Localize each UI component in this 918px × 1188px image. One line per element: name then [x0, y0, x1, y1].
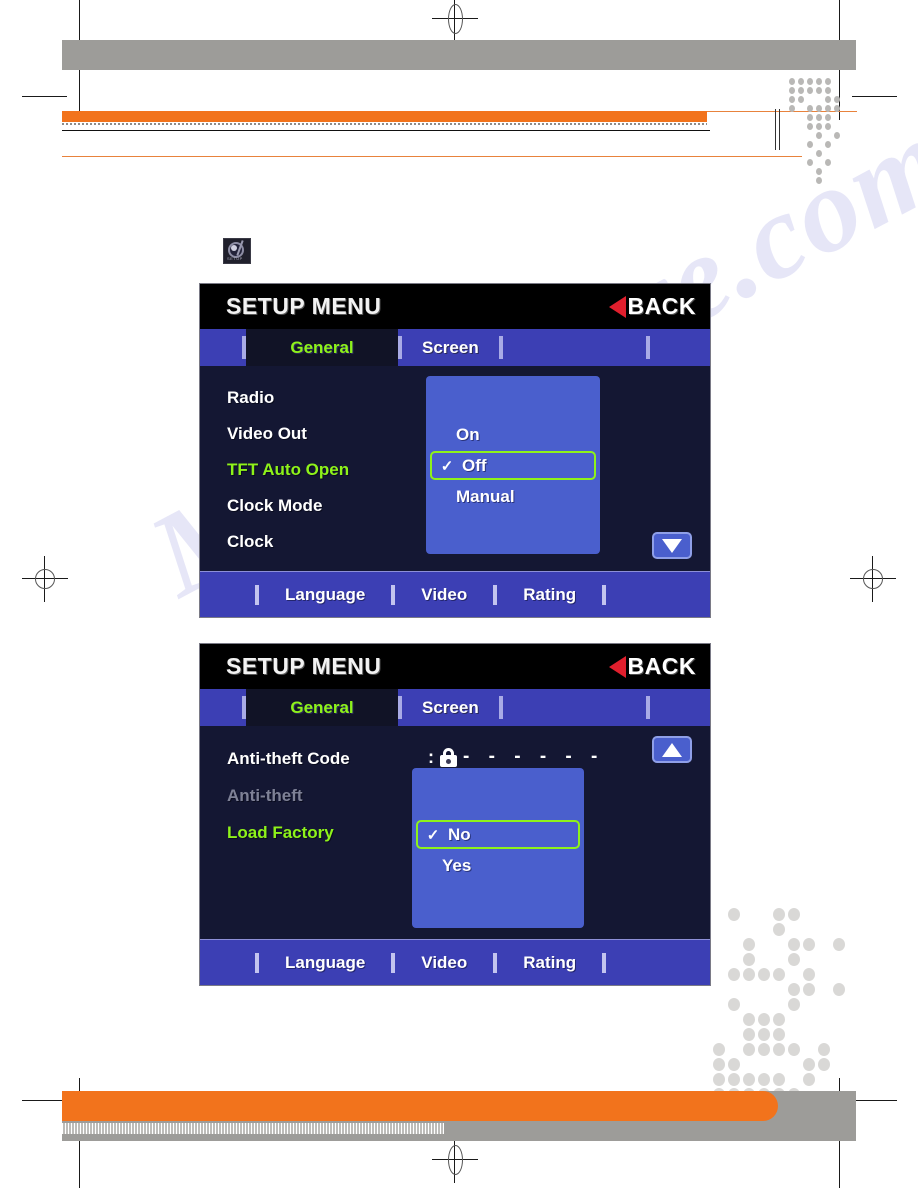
crop-mark-left-h — [22, 96, 67, 97]
crop-mark-right-h2 — [852, 1100, 897, 1101]
menu-item-tft-auto-open[interactable]: TFT Auto Open — [227, 452, 437, 488]
registration-mark-right — [850, 556, 896, 602]
bottom-item-rating[interactable]: Rating — [497, 585, 602, 605]
crop-mark-right-h — [852, 96, 897, 97]
manual-page: Manualslive.com SETUP SETUP MENU BACK Ge… — [0, 0, 918, 1188]
bottom-item-video[interactable]: Video — [395, 585, 493, 605]
header-tick-2 — [779, 109, 780, 150]
bottom-item-rating[interactable]: Rating — [497, 953, 602, 973]
menu-item-clock[interactable]: Clock — [227, 524, 437, 560]
option-on-label: On — [456, 424, 480, 444]
screen2-title-bar: SETUP MENU BACK — [200, 644, 710, 689]
screen1-bottom-bar: Language Video Rating — [200, 571, 710, 617]
screen2-bottom-bar: Language Video Rating — [200, 939, 710, 985]
option-manual-label: Manual — [456, 486, 515, 506]
anti-theft-code-value: : - - - - - - — [428, 746, 604, 768]
bottom-item-video[interactable]: Video — [395, 953, 493, 973]
screen2-menu-list: Anti-theft Code Anti-theft Load Factory — [227, 740, 437, 851]
header-gray-band — [62, 40, 856, 70]
header-dotted-rule — [62, 123, 707, 125]
tab-screen[interactable]: Screen — [402, 689, 499, 726]
screen1-option-box: On ✓ Off Manual — [426, 376, 600, 554]
tab-general[interactable]: General — [246, 689, 398, 726]
footer-tick-rule — [62, 1123, 444, 1134]
menu-item-radio[interactable]: Radio — [227, 380, 437, 416]
back-arrow-icon — [608, 655, 626, 678]
chevron-up-icon — [662, 742, 682, 757]
option-manual[interactable]: Manual — [426, 482, 600, 511]
bottom-item-language[interactable]: Language — [259, 585, 391, 605]
chevron-down-icon — [662, 538, 682, 553]
tab-general[interactable]: General — [246, 329, 398, 366]
header-orange-band — [62, 111, 707, 122]
registration-mark-left — [22, 556, 68, 602]
scroll-up-button[interactable] — [652, 736, 692, 763]
menu-item-clock-mode[interactable]: Clock Mode — [227, 488, 437, 524]
registration-mark-bottom — [432, 1137, 478, 1183]
footer-orange-band — [62, 1091, 778, 1121]
menu-item-video-out[interactable]: Video Out — [227, 416, 437, 452]
screen1-back-label: BACK — [627, 293, 696, 319]
bottom-separator — [602, 953, 607, 973]
tab-separator — [646, 696, 650, 719]
menu-item-load-factory[interactable]: Load Factory — [227, 814, 437, 851]
screen1-title: SETUP MENU — [226, 293, 382, 319]
option-yes[interactable]: Yes — [412, 851, 584, 880]
screen2-tab-bar: General Screen — [200, 689, 710, 726]
screen1-back-button[interactable]: BACK — [608, 293, 696, 320]
tab-screen[interactable]: Screen — [402, 329, 499, 366]
option-on[interactable]: On — [426, 420, 600, 449]
setup-menu-screen-antitheft: SETUP MENU BACK General Screen Anti-thef… — [199, 643, 711, 986]
menu-item-anti-theft-code[interactable]: Anti-theft Code — [227, 740, 437, 777]
tab-spacer — [503, 329, 646, 366]
crop-mark-left-h2 — [22, 1100, 67, 1101]
lock-icon — [440, 747, 457, 767]
registration-mark-top — [432, 0, 478, 42]
screen2-option-box: ✓ No Yes — [412, 768, 584, 928]
bottom-separator — [602, 585, 607, 605]
screen1-body: Radio Video Out TFT Auto Open Clock Mode… — [200, 366, 710, 571]
screen1-tab-bar: General Screen — [200, 329, 710, 366]
header-orange-rule-2 — [62, 156, 802, 157]
option-off[interactable]: ✓ Off — [430, 451, 596, 480]
option-off-check-icon: ✓ — [440, 457, 454, 475]
header-dark-rule — [62, 130, 710, 131]
tab-spacer — [503, 689, 646, 726]
option-no[interactable]: ✓ No — [416, 820, 580, 849]
setup-menu-screen-tft: SETUP MENU BACK General Screen Radio Vid… — [199, 283, 711, 618]
screen1-title-bar: SETUP MENU BACK — [200, 284, 710, 329]
screen2-body: Anti-theft Code Anti-theft Load Factory … — [200, 726, 710, 939]
code-colon: : — [428, 746, 434, 767]
menu-item-anti-theft: Anti-theft — [227, 786, 303, 805]
setup-icon: SETUP — [223, 238, 251, 264]
option-no-check-icon: ✓ — [426, 826, 440, 844]
setup-icon-caption: SETUP — [227, 256, 243, 261]
header-tick-1 — [775, 109, 776, 150]
option-off-label: Off — [462, 455, 487, 475]
setup-knob-inner-icon — [231, 245, 237, 251]
code-dashes: - - - - - - — [463, 746, 605, 767]
screen2-back-label: BACK — [627, 653, 696, 679]
scroll-down-button[interactable] — [652, 532, 692, 559]
bottom-item-language[interactable]: Language — [259, 953, 391, 973]
option-no-label: No — [448, 824, 471, 844]
back-arrow-icon — [608, 295, 626, 318]
option-yes-label: Yes — [442, 855, 472, 875]
screen2-title: SETUP MENU — [226, 653, 382, 679]
tab-separator — [646, 336, 650, 359]
screen1-menu-list: Radio Video Out TFT Auto Open Clock Mode… — [227, 380, 437, 560]
screen2-back-button[interactable]: BACK — [608, 653, 696, 680]
